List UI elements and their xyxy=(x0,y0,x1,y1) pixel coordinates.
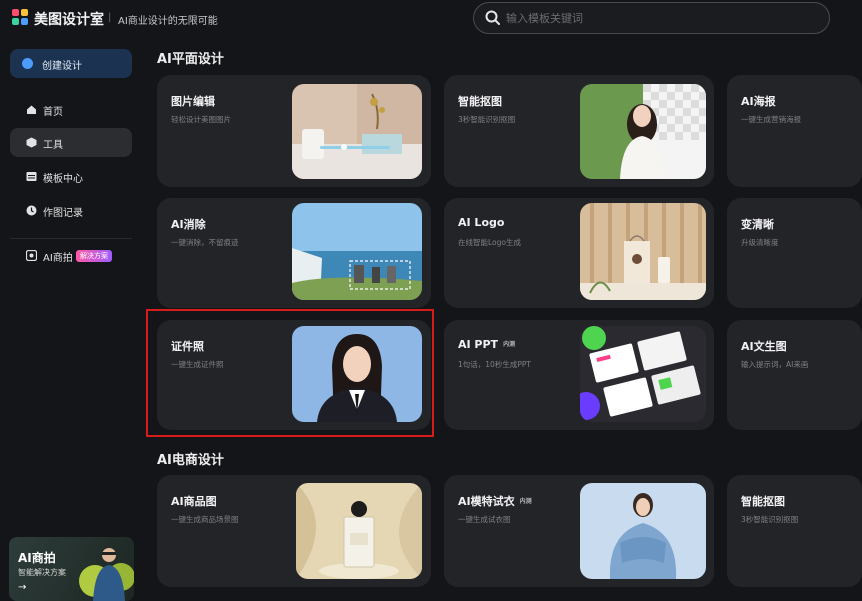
card-desc: 一键消除，不留痕迹 xyxy=(171,238,239,247)
beta-tag: 内测 xyxy=(519,498,532,505)
sidebar-item-history[interactable]: 作图记录 xyxy=(10,196,132,225)
card-title: AI海报 xyxy=(741,95,776,108)
sidebar-divider xyxy=(10,238,132,239)
card-desc: 1句话，10秒生成PPT xyxy=(458,360,531,369)
highlight-box xyxy=(146,309,434,437)
ai-shoot-icon xyxy=(26,250,37,261)
top-bar: 美图设计室 | AI商业设计的无限可能 xyxy=(0,0,862,36)
ai-logo-thumbnail xyxy=(580,203,706,300)
ai-ppt-thumbnail xyxy=(580,326,706,422)
card-title-text: AI PPT xyxy=(458,338,499,351)
header-separator: | xyxy=(108,12,112,23)
tool-card-ai-model-tryon[interactable]: AI模特试衣 内测 一键生成试衣图 xyxy=(444,475,714,587)
smart-cutout-thumbnail xyxy=(580,84,706,179)
promo-person-image xyxy=(79,548,134,601)
plus-circle-icon xyxy=(22,58,33,69)
app-name[interactable]: 美图设计室 xyxy=(34,9,104,29)
section-title-graphic-design: AI平面设计 xyxy=(157,52,224,67)
search-input[interactable] xyxy=(506,9,806,27)
beta-tag: 内测 xyxy=(503,341,516,348)
card-desc: 一键生成试衣图 xyxy=(458,515,511,524)
sidebar-item-ai-shoot[interactable]: AI商拍 xyxy=(10,241,132,270)
history-icon xyxy=(26,205,37,216)
tool-card-ai-product[interactable]: AI商品图 一键生成商品场景图 xyxy=(157,475,431,587)
sidebar: 创建设计 首页 工具 模板中心 作图记录 AI商拍 解决方案 AI商拍 智能解决… xyxy=(0,40,142,601)
sidebar-item-label: AI商拍 xyxy=(43,253,73,264)
ai-erase-thumbnail xyxy=(292,203,422,300)
tool-card-ai-erase[interactable]: AI消除 一键消除，不留痕迹 xyxy=(157,198,431,308)
card-desc: 3秒智能识别抠图 xyxy=(458,115,516,124)
card-desc: 3秒智能识别抠图 xyxy=(741,515,799,524)
ai-model-tryon-thumbnail xyxy=(580,483,706,579)
promo-title: AI商拍 xyxy=(18,551,56,565)
tool-card-text-to-image[interactable]: AI文生图 输入提示词，AI来画 xyxy=(727,320,862,430)
search-bar[interactable] xyxy=(473,2,830,34)
card-title: 图片编辑 xyxy=(171,95,215,108)
sidebar-item-tools[interactable]: 工具 xyxy=(10,128,132,157)
arrow-right-icon[interactable]: → xyxy=(18,582,26,593)
sidebar-item-label: 首页 xyxy=(43,107,63,118)
promo-subtitle: 智能解决方案 xyxy=(18,568,66,577)
tool-card-enhance[interactable]: 变清晰 升级清晰度 xyxy=(727,198,862,308)
card-title: AI Logo xyxy=(458,216,505,229)
card-title: AI PPT 内测 xyxy=(458,338,515,351)
sidebar-item-home[interactable]: 首页 xyxy=(10,95,132,124)
create-design-button[interactable]: 创建设计 xyxy=(10,49,132,78)
sidebar-item-label: 模板中心 xyxy=(43,174,83,185)
solution-badge: 解决方案 xyxy=(76,250,112,262)
card-title-text: AI模特试衣 xyxy=(458,495,515,508)
create-design-label: 创建设计 xyxy=(42,61,82,72)
sidebar-item-label: 工具 xyxy=(43,140,63,151)
card-title: 智能抠图 xyxy=(741,495,785,508)
tool-card-smart-cutout-2[interactable]: 智能抠图 3秒智能识别抠图 xyxy=(727,475,862,587)
tool-card-smart-cutout[interactable]: 智能抠图 3秒智能识别抠图 xyxy=(444,75,714,187)
promo-banner[interactable]: AI商拍 智能解决方案 → xyxy=(9,537,134,601)
app-logo-icon[interactable] xyxy=(12,9,28,25)
sidebar-item-label: 作图记录 xyxy=(43,208,83,219)
tool-card-ai-ppt[interactable]: AI PPT 内测 1句话，10秒生成PPT xyxy=(444,320,714,430)
section-title-ecommerce-design: AI电商设计 xyxy=(157,453,224,468)
template-icon xyxy=(26,172,37,181)
search-icon[interactable] xyxy=(484,9,502,27)
card-title: AI文生图 xyxy=(741,340,787,353)
card-desc: 一键生成商品场景图 xyxy=(171,515,239,524)
card-title: AI模特试衣 内测 xyxy=(458,493,532,509)
card-desc: 在线智能Logo生成 xyxy=(458,238,521,247)
card-title: 变清晰 xyxy=(741,218,774,231)
tool-card-image-edit[interactable]: 图片编辑 轻松设计美图图片 xyxy=(157,75,431,187)
sidebar-item-templates[interactable]: 模板中心 xyxy=(10,162,132,191)
card-desc: 一键生成营销海报 xyxy=(741,115,801,124)
card-title: AI商品图 xyxy=(171,495,217,508)
card-desc: 升级清晰度 xyxy=(741,238,779,247)
header-slogan: AI商业设计的无限可能 xyxy=(118,16,218,27)
card-title: AI消除 xyxy=(171,218,206,231)
tools-icon xyxy=(26,137,37,148)
card-title: 智能抠图 xyxy=(458,95,502,108)
tool-card-ai-poster[interactable]: AI海报 一键生成营销海报 xyxy=(727,75,862,187)
ai-product-thumbnail xyxy=(296,483,422,579)
home-icon xyxy=(27,105,36,114)
card-desc: 输入提示词，AI来画 xyxy=(741,360,809,369)
card-desc: 轻松设计美图图片 xyxy=(171,115,231,124)
tool-card-ai-logo[interactable]: AI Logo 在线智能Logo生成 xyxy=(444,198,714,308)
image-edit-thumbnail xyxy=(292,84,422,179)
